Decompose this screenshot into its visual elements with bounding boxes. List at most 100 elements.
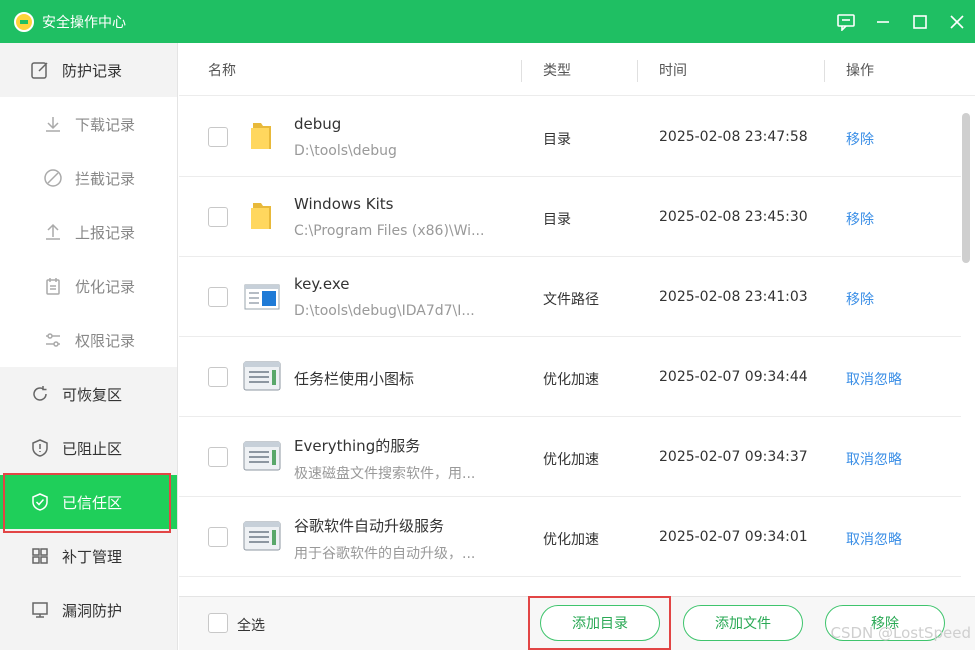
row-name: Windows Kits bbox=[294, 195, 394, 213]
row-time: 2025-02-08 23:47:58 bbox=[659, 129, 808, 145]
sidebar-item-permission-records[interactable]: 权限记录 bbox=[0, 313, 177, 367]
row-path: D:\tools\debug bbox=[294, 143, 397, 159]
row-type: 目录 bbox=[543, 132, 571, 148]
exe-icon bbox=[244, 284, 280, 310]
sidebar-item-label: 权限记录 bbox=[75, 331, 136, 350]
row-type: 文件路径 bbox=[543, 292, 599, 308]
row-type: 优化加速 bbox=[543, 452, 599, 468]
sidebar-item-label: 防护记录 bbox=[62, 61, 123, 80]
close-icon bbox=[949, 14, 964, 29]
table-scrollbar[interactable] bbox=[960, 113, 972, 576]
row-time: 2025-02-07 09:34:44 bbox=[659, 369, 808, 385]
sidebar-item-optimize-records[interactable]: 优化记录 bbox=[0, 259, 177, 313]
watermark: CSDN @LostSpeed bbox=[830, 624, 971, 642]
row-unignore-link[interactable]: 取消忽略 bbox=[846, 449, 902, 469]
table-row: debug D:\tools\debug 目录 2025-02-08 23:47… bbox=[179, 97, 961, 177]
column-header-name: 名称 bbox=[208, 63, 236, 79]
add-file-button[interactable]: 添加文件 bbox=[683, 605, 803, 641]
minimize-button[interactable] bbox=[864, 0, 901, 43]
row-type: 优化加速 bbox=[543, 372, 599, 388]
feedback-button[interactable] bbox=[827, 0, 864, 43]
row-remove-link[interactable]: 移除 bbox=[846, 289, 874, 309]
refresh-icon bbox=[30, 384, 50, 404]
row-description: 极速磁盘文件搜索软件，用... bbox=[294, 466, 476, 482]
row-checkbox[interactable] bbox=[208, 287, 228, 307]
download-icon bbox=[43, 114, 63, 134]
sidebar-item-patch-management[interactable]: 补丁管理 bbox=[0, 529, 177, 583]
row-description: 用于谷歌软件的自动升级，... bbox=[294, 546, 476, 562]
row-remove-link[interactable]: 移除 bbox=[846, 129, 874, 149]
sidebar-item-block-records[interactable]: 拦截记录 bbox=[0, 151, 177, 205]
protection-submenu: 下载记录 拦截记录 上报记录 优化记录 权限记录 bbox=[0, 97, 177, 367]
trusted-table: 名称 类型 时间 操作 debug D:\tools\debug 目录 2025… bbox=[179, 43, 975, 596]
row-type: 优化加速 bbox=[543, 532, 599, 548]
row-name: 谷歌软件自动升级服务 bbox=[294, 517, 445, 535]
app-window-icon bbox=[243, 441, 281, 471]
column-divider bbox=[637, 60, 638, 82]
app-window-icon bbox=[243, 521, 281, 551]
row-path: D:\tools\debug\IDA7d7\I... bbox=[294, 303, 475, 319]
table-row: 任务栏使用小图标 优化加速 2025-02-07 09:34:44 取消忽略 bbox=[179, 337, 961, 417]
scrollbar-thumb[interactable] bbox=[962, 113, 970, 263]
calendar-icon bbox=[43, 276, 63, 296]
sidebar-item-upload-records[interactable]: 上报记录 bbox=[0, 205, 177, 259]
folder-icon bbox=[251, 123, 271, 149]
feedback-icon bbox=[836, 13, 855, 31]
row-name: debug bbox=[294, 115, 342, 133]
sidebar-item-blocked[interactable]: 已阻止区 bbox=[0, 421, 177, 475]
minimize-icon bbox=[876, 20, 889, 23]
sidebar-item-protection-records[interactable]: 防护记录 bbox=[0, 43, 177, 97]
row-type: 目录 bbox=[543, 212, 571, 228]
select-all-checkbox[interactable] bbox=[208, 613, 228, 633]
row-checkbox[interactable] bbox=[208, 367, 228, 387]
sidebar-item-label: 下载记录 bbox=[75, 115, 136, 134]
sidebar: 防护记录 下载记录 拦截记录 上报记录 优化记录 权限记录 可恢复区 已阻止区 bbox=[0, 43, 178, 650]
sidebar-item-label: 优化记录 bbox=[75, 277, 136, 296]
app-window-icon bbox=[243, 361, 281, 391]
row-checkbox[interactable] bbox=[208, 207, 228, 227]
table-row: 谷歌软件自动升级服务 用于谷歌软件的自动升级，... 优化加速 2025-02-… bbox=[179, 497, 961, 577]
block-icon bbox=[43, 168, 63, 188]
window-title: 安全操作中心 bbox=[42, 14, 126, 31]
table-row: Everything的服务 极速磁盘文件搜索软件，用... 优化加速 2025-… bbox=[179, 417, 961, 497]
sidebar-item-label: 已阻止区 bbox=[62, 439, 123, 458]
sidebar-item-label: 上报记录 bbox=[75, 223, 136, 242]
row-name: 任务栏使用小图标 bbox=[294, 370, 415, 388]
sidebar-item-label: 拦截记录 bbox=[75, 169, 136, 188]
table-row: key.exe D:\tools\debug\IDA7d7\I... 文件路径 … bbox=[179, 257, 961, 337]
table-body: debug D:\tools\debug 目录 2025-02-08 23:47… bbox=[179, 97, 961, 577]
sliders-icon bbox=[43, 330, 63, 350]
sidebar-item-download-records[interactable]: 下载记录 bbox=[0, 97, 177, 151]
sidebar-item-vulnerability-protection[interactable]: 漏洞防护 bbox=[0, 583, 177, 637]
row-path: C:\Program Files (x86)\Wi... bbox=[294, 223, 485, 239]
row-checkbox[interactable] bbox=[208, 527, 228, 547]
row-time: 2025-02-07 09:34:01 bbox=[659, 529, 808, 545]
sidebar-item-label: 漏洞防护 bbox=[62, 601, 123, 620]
title-bar: 安全操作中心 bbox=[0, 0, 975, 43]
folder-icon bbox=[251, 203, 271, 229]
highlight-trusted bbox=[3, 473, 171, 533]
row-unignore-link[interactable]: 取消忽略 bbox=[846, 529, 902, 549]
close-button[interactable] bbox=[938, 0, 975, 43]
row-unignore-link[interactable]: 取消忽略 bbox=[846, 369, 902, 389]
column-header-type: 类型 bbox=[543, 63, 571, 79]
sidebar-item-recoverable[interactable]: 可恢复区 bbox=[0, 367, 177, 421]
shield-alert-icon bbox=[30, 438, 50, 458]
edit-icon bbox=[30, 60, 50, 80]
maximize-icon bbox=[912, 14, 927, 29]
row-name: Everything的服务 bbox=[294, 437, 421, 455]
select-all-label: 全选 bbox=[237, 618, 265, 634]
row-checkbox[interactable] bbox=[208, 127, 228, 147]
table-header: 名称 类型 时间 操作 bbox=[179, 43, 975, 96]
maximize-button[interactable] bbox=[901, 0, 938, 43]
column-header-time: 时间 bbox=[659, 63, 687, 79]
sidebar-item-label: 补丁管理 bbox=[62, 547, 123, 566]
row-checkbox[interactable] bbox=[208, 447, 228, 467]
row-remove-link[interactable]: 移除 bbox=[846, 209, 874, 229]
upload-icon bbox=[43, 222, 63, 242]
monitor-icon bbox=[30, 600, 50, 620]
grid-icon bbox=[30, 546, 50, 566]
column-divider bbox=[824, 60, 825, 82]
row-time: 2025-02-07 09:34:37 bbox=[659, 449, 808, 465]
app-logo-icon bbox=[14, 11, 34, 32]
